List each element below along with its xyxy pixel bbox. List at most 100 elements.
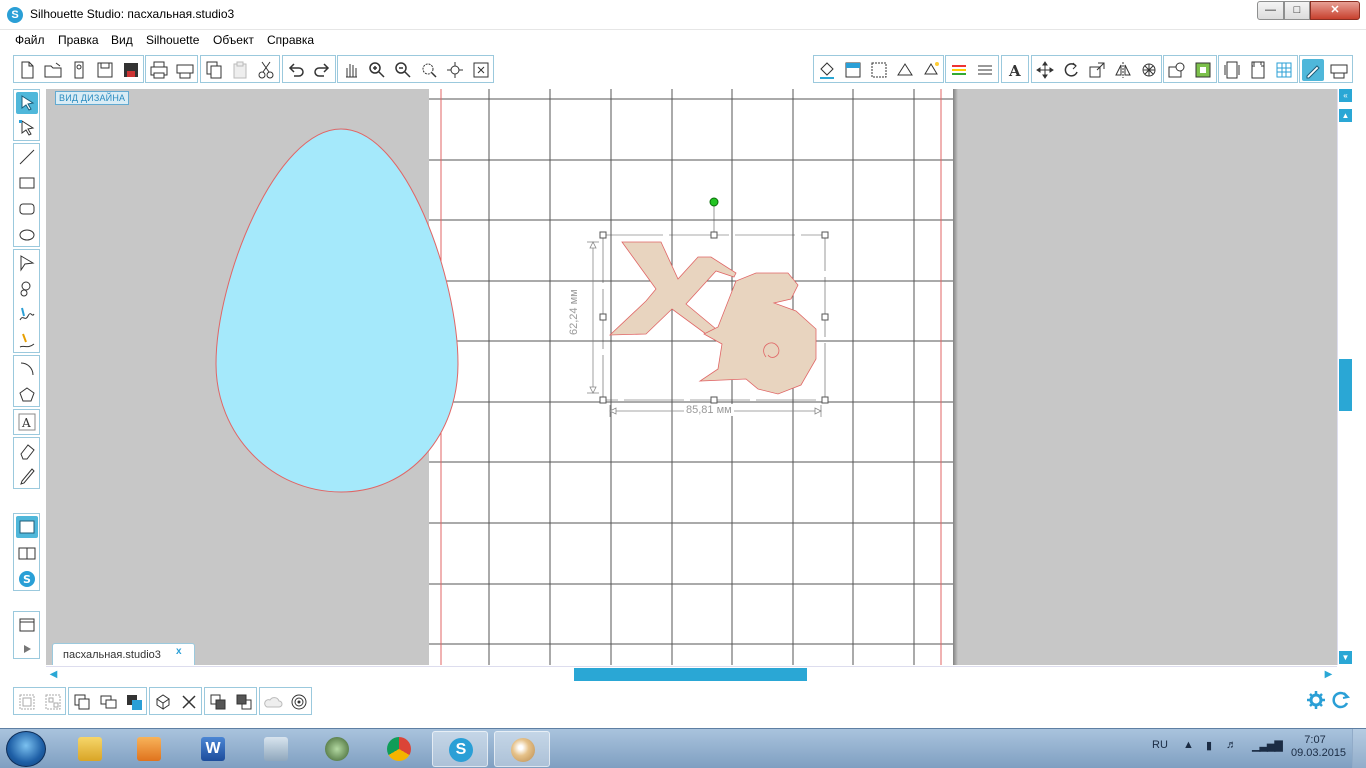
rectangle-tool[interactable] (16, 172, 38, 194)
resize-handle-br[interactable] (821, 396, 829, 404)
resize-handle-mr[interactable] (821, 313, 829, 321)
offset-button[interactable] (1166, 59, 1188, 81)
cloud-button[interactable] (262, 691, 284, 713)
menu-silhouette[interactable]: Silhouette (146, 33, 199, 47)
move-button[interactable] (1034, 59, 1056, 81)
mirror-button[interactable] (1112, 59, 1134, 81)
battery-icon[interactable]: ▮ (1206, 739, 1212, 752)
curve-tool[interactable] (16, 278, 38, 300)
print-button[interactable] (148, 59, 170, 81)
menu-view[interactable]: Вид (111, 33, 133, 47)
resize-handle-bc[interactable] (710, 396, 718, 404)
library-button[interactable] (68, 59, 90, 81)
open-button[interactable] (42, 59, 64, 81)
horizontal-scroll-thumb[interactable] (574, 668, 807, 681)
save-to-library-button[interactable] (120, 59, 142, 81)
replicate-button[interactable] (1138, 59, 1160, 81)
window-panel-button[interactable] (16, 614, 38, 636)
design-view-button[interactable] (16, 516, 38, 538)
menu-help[interactable]: Справка (267, 33, 314, 47)
delete-button[interactable] (178, 691, 200, 713)
new-document-button[interactable] (16, 59, 38, 81)
taskbar-scanner[interactable] (248, 731, 304, 767)
drag-zoom-button[interactable] (444, 59, 466, 81)
zoom-in-button[interactable] (366, 59, 388, 81)
weld-button[interactable] (123, 691, 145, 713)
design-canvas[interactable]: ВИД ДИЗАЙНА 62,24 мм 85,81 мм (46, 89, 1337, 665)
menu-object[interactable]: Объект (213, 33, 254, 47)
resize-handle-tl[interactable] (599, 231, 607, 239)
group-button[interactable] (16, 691, 38, 713)
pan-button[interactable] (340, 59, 362, 81)
online-store-button[interactable]: S (16, 568, 38, 590)
menu-file[interactable]: Файл (15, 33, 45, 47)
redo-button[interactable] (311, 59, 333, 81)
knife-tool[interactable] (16, 466, 38, 488)
send-button[interactable] (1328, 59, 1350, 81)
zoom-out-button[interactable] (392, 59, 414, 81)
resize-handle-ml[interactable] (599, 313, 607, 321)
arc-tool[interactable] (16, 358, 38, 380)
rotate-button[interactable] (1060, 59, 1082, 81)
line-width-button[interactable] (974, 59, 996, 81)
scroll-left-button[interactable]: ◀ (47, 668, 60, 681)
text-style-button[interactable]: A (1004, 59, 1026, 81)
compound-path-button[interactable] (71, 691, 93, 713)
volume-icon[interactable]: ♬ (1226, 739, 1237, 751)
fit-to-page-button[interactable] (470, 59, 492, 81)
eraser-tool[interactable] (16, 440, 38, 462)
duplicate-button[interactable] (152, 691, 174, 713)
shadow-button[interactable] (920, 59, 942, 81)
scroll-down-button[interactable]: ▼ (1339, 651, 1352, 664)
start-button[interactable] (6, 731, 46, 767)
text-tool[interactable]: A (16, 411, 38, 433)
polygon-tool[interactable] (16, 252, 38, 274)
refresh-icon[interactable] (1330, 689, 1352, 711)
show-desktop-button[interactable] (1352, 729, 1366, 768)
resize-handle-bl[interactable] (599, 396, 607, 404)
language-indicator[interactable]: RU (1152, 739, 1168, 751)
resize-handle-tc[interactable] (710, 231, 718, 239)
taskbar-paint[interactable] (494, 731, 550, 767)
taskbar-explorer[interactable] (62, 731, 118, 767)
cut-button[interactable] (255, 59, 277, 81)
send-to-back-button[interactable] (233, 691, 255, 713)
fill-color-button[interactable] (816, 59, 838, 81)
rotate-handle[interactable] (709, 197, 719, 207)
ungroup-button[interactable] (42, 691, 64, 713)
taskbar-chrome[interactable] (371, 731, 427, 767)
cut-settings-button[interactable] (1302, 59, 1324, 81)
release-compound-button[interactable] (97, 691, 119, 713)
undo-button[interactable] (285, 59, 307, 81)
line-color-button[interactable] (948, 59, 970, 81)
registration-marks-button[interactable] (1247, 59, 1269, 81)
freehand-tool[interactable] (16, 304, 38, 326)
settings-gear-icon[interactable] (1305, 689, 1327, 711)
resize-handle-tr[interactable] (821, 231, 829, 239)
close-tab-icon[interactable]: x (176, 646, 182, 657)
system-clock[interactable]: 7:07 09.03.2015 (1291, 734, 1346, 760)
scale-button[interactable] (1086, 59, 1108, 81)
gradient-fill-button[interactable] (842, 59, 864, 81)
library-view-button[interactable] (16, 542, 38, 564)
expand-panel-button[interactable] (16, 638, 38, 660)
line-tool[interactable] (16, 146, 38, 168)
pattern-fill-button[interactable] (868, 59, 890, 81)
minimize-button[interactable]: — (1257, 1, 1284, 20)
egg-shape[interactable] (215, 128, 459, 493)
horizontal-scrollbar[interactable]: ◀ ▶ (46, 666, 1337, 681)
line-style-button[interactable] (894, 59, 916, 81)
copy-button[interactable] (203, 59, 225, 81)
close-button[interactable]: ✕ (1310, 1, 1360, 20)
show-hidden-icons-icon[interactable]: ▲ (1183, 739, 1194, 751)
letter-v-shape[interactable] (698, 272, 817, 395)
letters-xb[interactable] (608, 241, 817, 395)
maximize-button[interactable]: □ (1284, 1, 1310, 20)
vertical-scrollbar[interactable]: « ▲ ▼ (1337, 89, 1352, 665)
zoom-selection-button[interactable] (418, 59, 440, 81)
send-to-silhouette-button[interactable] (174, 59, 196, 81)
bring-to-front-button[interactable] (207, 691, 229, 713)
taskbar-word[interactable]: W (185, 731, 241, 767)
taskbar-silhouette-studio[interactable]: S (432, 731, 488, 767)
paste-button[interactable] (229, 59, 251, 81)
